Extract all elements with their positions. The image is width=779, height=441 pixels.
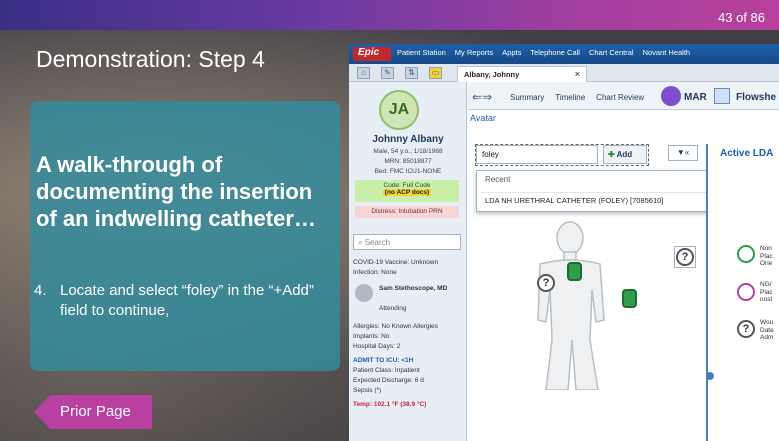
patient-demographics: Male, 54 y.o., 1/18/1968 <box>373 148 443 155</box>
lda-item-3-line2: Date <box>760 326 774 334</box>
tab-chart-review[interactable]: Chart Review <box>596 93 644 102</box>
lda-item-1[interactable]: Non Plac Orie <box>760 245 773 268</box>
covid-status: COVID-19 Vaccine: Unknown <box>353 259 439 266</box>
wound-question-icon: ? <box>737 320 755 338</box>
add-button[interactable]: ✚ Add <box>603 145 647 164</box>
patient-bed: Bed: FMC ICU1-NONE <box>374 168 442 175</box>
lda-item-3-line3: Adm <box>760 334 774 341</box>
mar-icon[interactable] <box>661 86 681 106</box>
activity-tabs: Summary Timeline Chart Review <box>510 93 644 102</box>
back-forward-icon[interactable]: ⇐⇒ <box>472 90 492 104</box>
menu-patient-station[interactable]: Patient Station <box>397 48 446 57</box>
catheter-icon <box>737 245 755 263</box>
step-instruction: 4. Locate and select “foley” in the “+Ad… <box>34 281 334 321</box>
sort-icon[interactable]: ⇅ <box>405 67 418 79</box>
provider-name[interactable]: Sam Stethoscope, MD <box>379 284 463 293</box>
tab-flowsheets[interactable]: Flowshe <box>736 92 776 103</box>
lda-item-1-line2: Plac <box>760 252 773 260</box>
lda-item-1-line3: Orie <box>760 260 773 267</box>
code-status: Code: Full Code (no ACP docs) <box>355 180 459 202</box>
tab-summary[interactable]: Summary <box>510 93 544 102</box>
search-icon: ⌕ <box>358 238 365 247</box>
add-button-label: Add <box>616 150 633 159</box>
tab-mar[interactable]: MAR <box>684 92 707 103</box>
distress-status: Distress: Intubation PRN <box>355 206 459 218</box>
lda-search-input[interactable]: foley <box>476 145 598 164</box>
patient-tab-label: Albany, Johnny <box>464 70 520 79</box>
lda-marker-2[interactable] <box>622 289 637 308</box>
patient-tab[interactable]: Albany, Johnny × <box>457 66 587 82</box>
patient-sidebar: JA Johnny Albany Male, 54 y.o., 1/18/196… <box>349 82 467 441</box>
patient-avatar: JA <box>379 90 419 130</box>
ehr-menu-bar: Patient Station My Reports Appts Telepho… <box>397 48 690 57</box>
admit-status: ADMIT TO ICU: <1H <box>353 357 414 364</box>
expected-discharge: Expected Discharge: 6 d <box>353 377 424 384</box>
acp-docs-badge[interactable]: (no ACP docs) <box>382 189 432 196</box>
dropdown-recent-label: Recent <box>485 175 511 184</box>
menu-chart-central[interactable]: Chart Central <box>589 48 634 57</box>
ehr-tab-bar: ⌂ ✎ ⇅ ▭ Albany, Johnny × <box>349 64 779 82</box>
patient-mrn: MRN: 85018877 <box>384 158 432 165</box>
unknown-lda-icon[interactable]: ? <box>537 274 555 292</box>
allergies: Allergies: No Known Allergies <box>353 323 438 330</box>
ehr-top-toolbar: Epic Patient Station My Reports Appts Te… <box>349 44 779 64</box>
implants: Implants: No <box>353 333 390 340</box>
menu-novant-health[interactable]: Novant Health <box>643 48 691 57</box>
prior-page-button[interactable]: Prior Page <box>34 395 152 429</box>
filter-collapse-button[interactable]: ▼« <box>668 145 698 161</box>
lda-item-3[interactable]: Wou Date Adm <box>760 319 774 342</box>
lda-marker-1[interactable] <box>567 262 582 281</box>
lda-item-2-line1: NG/ <box>760 281 772 288</box>
breadcrumb: Avatar <box>470 113 496 123</box>
temperature: Temp: 102.1 °F (38.9 °C) <box>353 401 427 408</box>
activity-navbar: ⇐⇒ Summary Timeline Chart Review MAR Flo… <box>468 82 779 110</box>
slide-title: Demonstration: Step 4 <box>36 46 265 72</box>
active-lda-heading: Active LDA <box>720 148 774 159</box>
provider-avatar <box>355 284 373 302</box>
content-panel <box>30 101 340 371</box>
patient-name[interactable]: Johnny Albany <box>349 134 467 145</box>
sidebar-search-input[interactable]: ⌕ Search <box>353 234 461 250</box>
splitter-handle[interactable] <box>706 372 714 380</box>
pin-icon[interactable]: ✎ <box>381 67 394 79</box>
flowsheets-icon[interactable] <box>714 88 730 104</box>
code-status-text: Code: Full Code <box>383 182 431 189</box>
menu-telephone-call[interactable]: Telephone Call <box>530 48 580 57</box>
lda-item-2[interactable]: NG/ Plac nost <box>760 281 773 304</box>
lda-item-3-line1: Wou <box>760 319 774 326</box>
home-icon[interactable]: ⌂ <box>357 67 370 79</box>
menu-my-reports[interactable]: My Reports <box>455 48 493 57</box>
menu-appts[interactable]: Appts <box>502 48 521 57</box>
prior-page-label: Prior Page <box>60 403 131 420</box>
lda-item-2-line2: Plac <box>760 288 773 296</box>
lda-item-2-line3: nost <box>760 296 773 303</box>
patient-class: Patient Class: Inpatient <box>353 367 420 374</box>
infection-status: Infection: None <box>353 269 397 276</box>
step-number: 4. <box>34 282 47 299</box>
hospital-days: Hospital Days: 2 <box>353 343 401 350</box>
slide-header-bar: 43 of 86 <box>0 0 779 30</box>
epic-menu-button[interactable]: Epic <box>353 47 391 61</box>
question-icon: ? <box>676 248 694 266</box>
lda-item-1-line1: Non <box>760 245 772 252</box>
provider-role: Attending <box>379 305 407 312</box>
tab-timeline[interactable]: Timeline <box>555 93 585 102</box>
search-placeholder: Search <box>364 238 391 247</box>
ng-tube-icon <box>737 283 755 301</box>
slide-headline: A walk-through of documenting the insert… <box>36 152 316 231</box>
close-icon[interactable]: × <box>575 69 580 79</box>
sepsis-status: Sepsis (*) <box>353 387 382 394</box>
folder-icon[interactable]: ▭ <box>429 67 442 79</box>
page-counter: 43 of 86 <box>718 10 765 25</box>
plus-icon: ✚ <box>608 150 617 159</box>
step-text: Locate and select “foley” in the “+Add” … <box>60 282 314 319</box>
